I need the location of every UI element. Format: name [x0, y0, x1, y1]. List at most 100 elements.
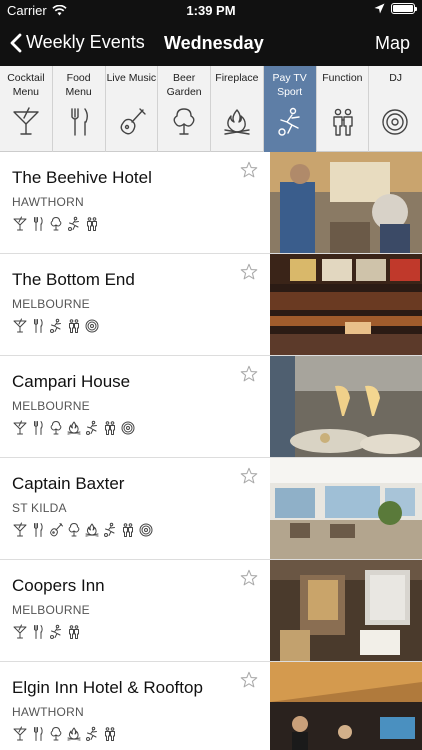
venue-photo — [270, 458, 422, 559]
people-icon — [66, 623, 82, 641]
fork-knife-icon — [63, 106, 95, 138]
soccer-player-icon — [48, 623, 64, 641]
venue-name: Elgin Inn Hotel & Rooftop — [12, 678, 203, 697]
list-item[interactable]: Captain Baxter ST KILDA — [0, 458, 422, 560]
amenity-icons — [12, 725, 118, 743]
category-food-menu[interactable]: Food Menu — [53, 66, 106, 152]
cocktail-icon — [12, 521, 28, 539]
status-time: 1:39 PM — [186, 3, 236, 18]
venue-suburb: MELBOURNE — [12, 399, 90, 413]
vinyl-record-icon — [120, 419, 136, 437]
category-label: Food Menu — [65, 72, 92, 98]
cocktail-icon — [12, 623, 28, 641]
fire-icon — [66, 725, 82, 743]
fork-knife-icon — [30, 215, 46, 233]
fork-knife-icon — [30, 317, 46, 335]
cocktail-icon — [10, 106, 42, 138]
guitar-icon — [116, 106, 148, 138]
vinyl-record-icon — [138, 521, 154, 539]
venue-list: The Beehive Hotel HAWTHORN The Bottom End M… — [0, 152, 422, 750]
guitar-icon — [48, 521, 64, 539]
amenity-icons — [12, 623, 82, 641]
fork-knife-icon — [30, 419, 46, 437]
venue-suburb: MELBOURNE — [12, 603, 90, 617]
status-bar: Carrier 1:39 PM — [0, 0, 422, 22]
category-function[interactable]: Function — [317, 66, 370, 152]
category-label: Live Music — [106, 72, 157, 84]
cocktail-icon — [12, 725, 28, 743]
category-live-music[interactable]: Live Music — [106, 66, 159, 152]
amenity-icons — [12, 419, 136, 437]
category-label: Function — [322, 72, 363, 84]
favorite-star-icon[interactable] — [240, 263, 258, 281]
amenity-icons — [12, 317, 100, 335]
venue-photo — [270, 152, 422, 253]
soccer-player-icon — [48, 317, 64, 335]
fork-knife-icon — [30, 521, 46, 539]
tree-icon — [48, 725, 64, 743]
venue-photo — [270, 662, 422, 750]
category-label: Fireplace — [215, 72, 259, 84]
people-icon — [84, 215, 100, 233]
venue-photo — [270, 356, 422, 457]
favorite-star-icon[interactable] — [240, 467, 258, 485]
category-label: Cocktail Menu — [7, 72, 45, 98]
favorite-star-icon[interactable] — [240, 671, 258, 689]
category-pay-tv-sport[interactable]: Pay TV Sport — [263, 66, 317, 152]
location-arrow-icon — [374, 3, 385, 14]
category-dj[interactable]: DJ — [369, 66, 422, 152]
soccer-player-icon — [84, 419, 100, 437]
category-label: DJ — [389, 72, 403, 84]
fork-knife-icon — [30, 623, 46, 641]
amenity-icons — [12, 215, 100, 233]
map-button[interactable]: Map — [375, 33, 410, 54]
venue-suburb: MELBOURNE — [12, 297, 90, 311]
venue-name: The Bottom End — [12, 270, 135, 289]
venue-photo — [270, 560, 422, 661]
battery-icon — [391, 3, 417, 14]
list-item[interactable]: The Beehive Hotel HAWTHORN — [0, 152, 422, 254]
venue-name: Campari House — [12, 372, 131, 391]
venue-photo — [270, 254, 422, 355]
category-beer-garden[interactable]: Beer Garden — [158, 66, 211, 152]
cocktail-icon — [12, 317, 28, 335]
category-fireplace[interactable]: Fireplace — [211, 66, 264, 152]
favorite-star-icon[interactable] — [240, 569, 258, 587]
chevron-left-icon — [10, 33, 22, 52]
amenity-icons — [12, 521, 154, 539]
tree-icon — [168, 106, 200, 138]
navigation-bar: Weekly Events Wednesday Map — [0, 22, 422, 66]
tree-icon — [48, 215, 64, 233]
back-button[interactable]: Weekly Events — [10, 32, 145, 53]
list-item[interactable]: The Bottom End MELBOURNE — [0, 254, 422, 356]
people-icon — [102, 419, 118, 437]
tree-icon — [66, 521, 82, 539]
people-icon — [66, 317, 82, 335]
list-item[interactable]: Coopers Inn MELBOURNE — [0, 560, 422, 662]
soccer-player-icon — [102, 521, 118, 539]
favorite-star-icon[interactable] — [240, 365, 258, 383]
fire-icon — [66, 419, 82, 437]
cocktail-icon — [12, 215, 28, 233]
back-button-label: Weekly Events — [26, 32, 145, 52]
vinyl-record-icon — [84, 317, 100, 335]
venue-suburb: HAWTHORN — [12, 705, 84, 719]
fire-icon — [84, 521, 100, 539]
category-filter-bar: Cocktail Menu Food Menu Live Music Beer Gar… — [0, 66, 422, 152]
people-icon — [102, 725, 118, 743]
category-cocktail-menu[interactable]: Cocktail Menu — [0, 66, 53, 152]
venue-name: Captain Baxter — [12, 474, 125, 493]
soccer-player-icon — [66, 215, 82, 233]
people-icon — [327, 106, 359, 138]
favorite-star-icon[interactable] — [240, 161, 258, 179]
fork-knife-icon — [30, 725, 46, 743]
tree-icon — [48, 419, 64, 437]
fire-icon — [221, 106, 253, 138]
page-title: Wednesday — [164, 33, 264, 53]
venue-name: Coopers Inn — [12, 576, 105, 595]
venue-suburb: HAWTHORN — [12, 195, 84, 209]
category-label: Pay TV Sport — [272, 72, 307, 98]
list-item[interactable]: Campari House MELBOURNE — [0, 356, 422, 458]
soccer-player-icon — [84, 725, 100, 743]
list-item[interactable]: Elgin Inn Hotel & Rooftop HAWTHORN — [0, 662, 422, 750]
